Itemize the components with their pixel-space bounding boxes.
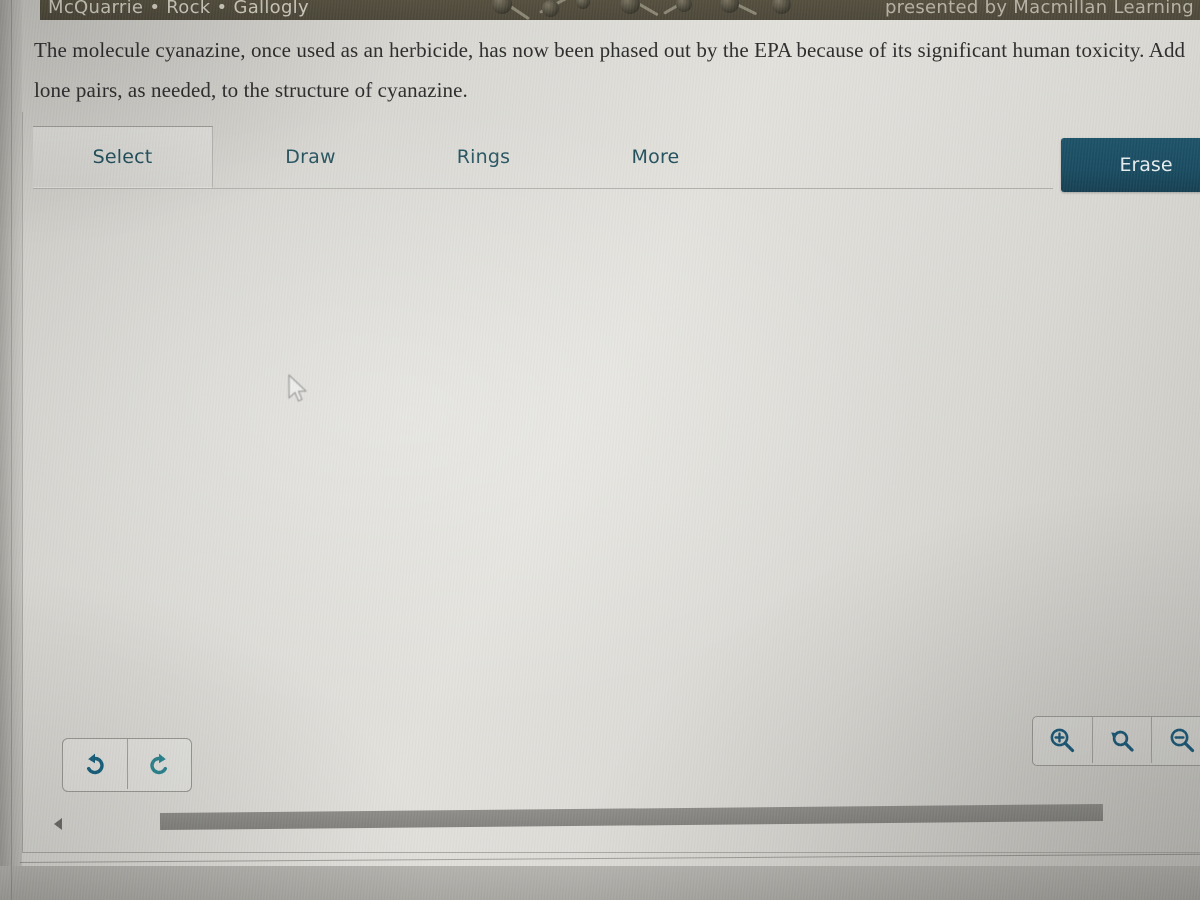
tab-more-label: More — [631, 146, 680, 168]
book-banner: McQuarrie • Rock • Gallogly presented by… — [40, 0, 1200, 20]
page-bottom-shade — [0, 866, 1200, 900]
page-bottom-rule — [19, 853, 1200, 863]
tab-select-label: Select — [92, 146, 153, 168]
screenshot-root: McQuarrie • Rock • Gallogly presented by… — [0, 0, 1200, 900]
history-controls — [62, 738, 192, 792]
molecule-ball-and-stick-art — [480, 0, 810, 20]
tab-draw-label: Draw — [285, 146, 336, 168]
magnifier-minus-icon — [1170, 728, 1194, 753]
toolbar-tabstrip: Select Draw Rings More — [33, 126, 1053, 189]
undo-arrow-icon — [86, 753, 104, 775]
horizontal-scrollbar[interactable] — [24, 803, 1200, 838]
magnifier-plus-icon — [1050, 728, 1075, 753]
drawing-canvas[interactable] — [24, 188, 1200, 818]
banner-presented-by: presented by Macmillan Learning — [884, 0, 1194, 18]
caret-left-icon[interactable] — [54, 818, 62, 830]
question-prompt: The molecule cyanazine, once used as an … — [34, 38, 1186, 102]
magnifier-reset-icon — [1111, 730, 1134, 752]
tab-more[interactable]: More — [573, 126, 738, 188]
zoom-in-button[interactable] — [1033, 717, 1092, 763]
erase-button[interactable]: Erase — [1061, 138, 1200, 192]
tab-draw[interactable]: Draw — [228, 126, 393, 188]
redo-button[interactable] — [126, 739, 192, 789]
molecule-editor: Select Draw Rings More Erase — [22, 112, 1200, 853]
scrollbar-track[interactable] — [84, 803, 1200, 834]
undo-button[interactable] — [63, 739, 127, 789]
mouse-pointer-cursor — [287, 374, 309, 404]
page-left-edge-line — [11, 0, 12, 900]
zoom-reset-button[interactable] — [1091, 717, 1152, 763]
editor-toolbar: Select Draw Rings More Erase — [23, 126, 1200, 192]
tab-rings[interactable]: Rings — [401, 126, 566, 188]
tab-select[interactable]: Select — [33, 126, 213, 188]
zoom-controls — [1032, 716, 1200, 766]
zoom-out-button[interactable] — [1151, 717, 1200, 763]
redo-arrow-icon — [150, 753, 168, 775]
erase-button-label: Erase — [1119, 154, 1173, 176]
banner-authors: McQuarrie • Rock • Gallogly — [48, 0, 309, 18]
tab-rings-label: Rings — [456, 146, 511, 168]
